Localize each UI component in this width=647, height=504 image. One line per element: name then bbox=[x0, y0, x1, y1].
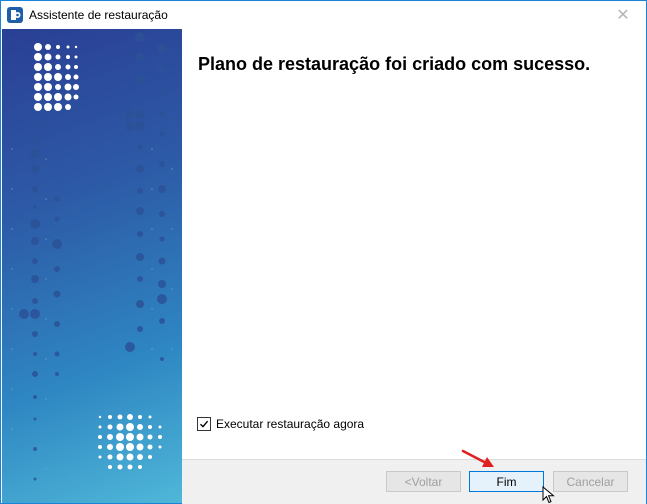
check-icon bbox=[200, 420, 209, 428]
run-restore-now-checkbox[interactable] bbox=[197, 417, 211, 431]
page-title: Plano de restauração foi criado com suce… bbox=[198, 54, 591, 74]
cancel-button[interactable]: Cancelar bbox=[553, 471, 628, 492]
dot-pattern-graphic bbox=[11, 32, 173, 481]
wizard-content: Plano de restauração foi criado com suce… bbox=[182, 29, 646, 459]
run-restore-now-label[interactable]: Executar restauração agora bbox=[216, 417, 364, 431]
cursor-icon bbox=[542, 486, 555, 504]
title-bar[interactable]: Assistente de restauração ✕ bbox=[1, 1, 646, 29]
annotation-arrow bbox=[461, 449, 494, 467]
back-button[interactable]: <Voltar bbox=[386, 471, 461, 492]
close-icon: ✕ bbox=[616, 7, 630, 24]
wizard-side-banner bbox=[2, 29, 182, 503]
finish-button[interactable]: Fim bbox=[469, 471, 544, 492]
app-icon bbox=[7, 7, 23, 23]
close-button[interactable]: ✕ bbox=[600, 1, 646, 29]
restore-wizard-window: Assistente de restauração ✕ Plano de res… bbox=[0, 0, 647, 504]
button-bar: <Voltar Fim Cancelar bbox=[182, 459, 646, 504]
window-title: Assistente de restauração bbox=[29, 8, 168, 22]
run-restore-now-option[interactable]: Executar restauração agora bbox=[197, 417, 364, 431]
